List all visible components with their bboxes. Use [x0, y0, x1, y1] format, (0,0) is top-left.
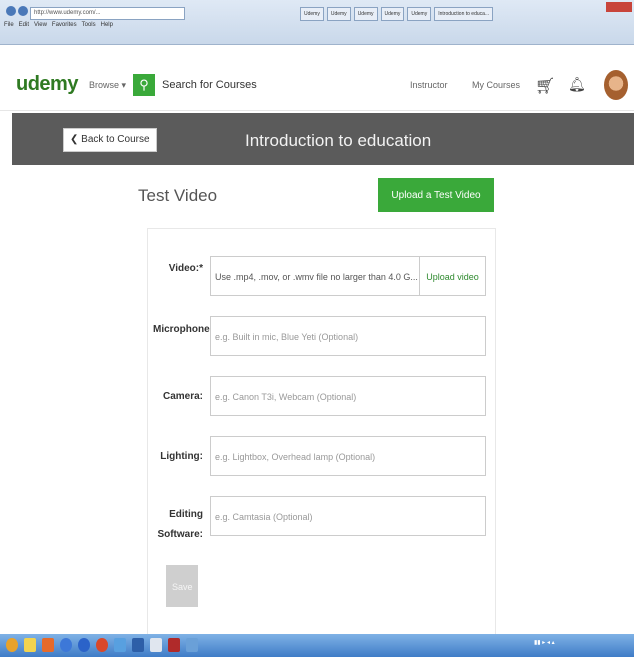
start-icon[interactable]	[6, 638, 18, 652]
cart-icon[interactable]: 🛒︎	[535, 76, 555, 96]
firefox-icon[interactable]	[96, 638, 108, 652]
camera-input[interactable]: e.g. Canon T3i, Webcam (Optional)	[210, 376, 486, 416]
search-input[interactable]: Search for Courses	[158, 74, 362, 96]
browser-tab[interactable]: Udemy	[353, 7, 378, 21]
microphone-label: Microphone:	[153, 324, 213, 335]
video-label: Video:*	[168, 263, 203, 274]
pdf-icon[interactable]	[168, 638, 180, 652]
window-close-button[interactable]	[606, 2, 632, 12]
instructor-link[interactable]: Instructor	[410, 80, 448, 90]
browse-menu[interactable]: Browse ▾	[89, 80, 126, 91]
browser-tab-active[interactable]: Introduction to educa...	[434, 7, 494, 21]
browser-menubar: File Edit View Favorites Tools Help	[4, 22, 113, 28]
menu-help[interactable]: Help	[101, 22, 113, 28]
folder-icon[interactable]	[24, 638, 36, 652]
lighting-input[interactable]: e.g. Lightbox, Overhead lamp (Optional)	[210, 436, 486, 476]
explorer-icon[interactable]	[150, 638, 162, 652]
menu-view[interactable]: View	[34, 22, 47, 28]
my-courses-link[interactable]: My Courses	[472, 80, 520, 90]
ie-icon[interactable]	[60, 638, 72, 652]
save-button[interactable]: Save	[166, 565, 198, 607]
bell-icon[interactable]: 🔔︎	[568, 76, 586, 93]
browser-tab[interactable]: Udemy	[407, 7, 432, 21]
lighting-label: Lighting:	[160, 451, 203, 462]
back-icon[interactable]	[6, 6, 16, 16]
browser-tab[interactable]: Udemy	[326, 7, 351, 21]
udemy-logo[interactable]: udemy	[16, 73, 78, 96]
app-icon[interactable]	[114, 638, 126, 652]
upload-test-video-button[interactable]: Upload a Test Video	[378, 178, 494, 212]
editing-software-input[interactable]: e.g. Camtasia (Optional)	[210, 496, 486, 536]
system-tray[interactable]: ▮▮ ▸ ◂ ▴	[534, 639, 555, 646]
menu-file[interactable]: File	[4, 22, 14, 28]
avatar[interactable]	[604, 70, 628, 100]
search-icon[interactable]: ⚲	[133, 74, 155, 96]
menu-favorites[interactable]: Favorites	[52, 22, 77, 28]
course-title: Introduction to education	[245, 131, 432, 150]
back-to-course-button[interactable]: ❮ Back to Course	[63, 128, 157, 152]
back-forward-buttons[interactable]	[6, 6, 28, 18]
window-icon[interactable]	[186, 638, 198, 652]
browser-tabs: Udemy Udemy Udemy Udemy Udemy Introducti…	[300, 7, 494, 21]
editing-label: Editing	[169, 509, 203, 520]
forward-icon[interactable]	[18, 6, 28, 16]
camera-label: Camera:	[162, 391, 203, 402]
upload-video-button[interactable]: Upload video	[420, 256, 486, 296]
video-file-field[interactable]: Use .mp4, .mov, or .wmv file no larger t…	[210, 256, 420, 296]
page-title: Test Video	[138, 186, 218, 205]
menu-tools[interactable]: Tools	[82, 22, 96, 28]
media-icon[interactable]	[42, 638, 54, 652]
microphone-input[interactable]: e.g. Built in mic, Blue Yeti (Optional)	[210, 316, 486, 356]
browser-icon[interactable]	[78, 638, 90, 652]
menu-edit[interactable]: Edit	[19, 22, 29, 28]
software-label: Software:	[157, 529, 203, 540]
browser-tab[interactable]: Udemy	[380, 7, 405, 21]
word-icon[interactable]	[132, 638, 144, 652]
browser-tab[interactable]: Udemy	[300, 7, 324, 21]
address-bar[interactable]: http://www.udemy.com/...	[30, 7, 185, 20]
